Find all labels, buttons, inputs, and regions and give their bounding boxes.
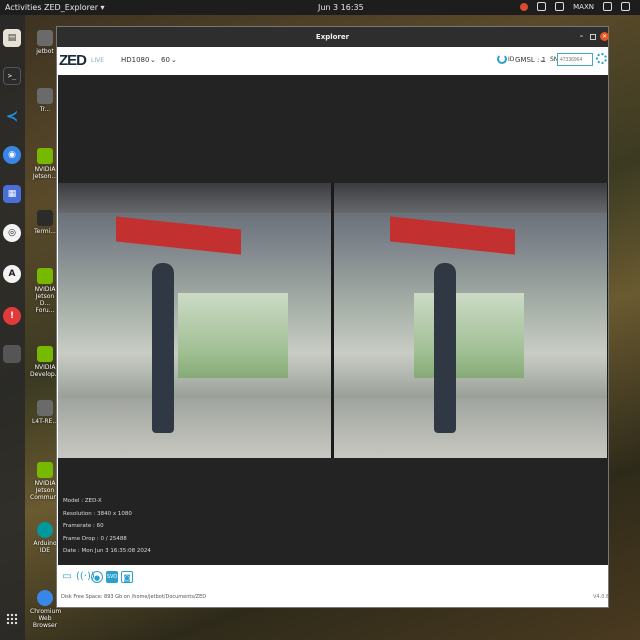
power-icon[interactable] — [621, 2, 630, 11]
refresh-icon[interactable] — [497, 54, 507, 64]
dock: ▤ >_ ≺ ◉ ▦ ◎ A ! — [0, 15, 25, 640]
desktop-item-label: Arduino IDE — [33, 540, 57, 554]
close-button[interactable]: ✕ — [600, 32, 609, 41]
files-app-icon[interactable]: ▤ — [3, 29, 21, 47]
record-icon[interactable]: ● — [91, 571, 103, 583]
right-camera-frame — [334, 183, 607, 458]
video-viewer[interactable]: Model : ZED-X Resolution : 3840 x 1080 F… — [58, 75, 608, 565]
window-titlebar[interactable]: Explorer – ✕ — [57, 27, 609, 47]
disk-space-text: Disk Free Space: 893 Gb on /home/jetbot/… — [61, 594, 207, 600]
power-mode-label[interactable]: MAXN — [573, 3, 594, 11]
power-mode-icon[interactable] — [555, 2, 565, 11]
camera-info-overlay: Model : ZED-X Resolution : 3840 x 1080 F… — [63, 495, 151, 558]
desktop-item-label: NVIDIA Jetson... — [32, 166, 58, 180]
live-label: LIVE — [91, 57, 105, 64]
nvidia-icon — [37, 346, 53, 362]
desktop-item-label: Termi... — [34, 228, 56, 235]
arduino-app-icon[interactable]: A — [3, 265, 21, 283]
gear-icon[interactable] — [596, 53, 607, 64]
home-folder-icon — [37, 30, 53, 46]
clock[interactable]: Jun 3 16:35 — [318, 3, 364, 12]
nvidia-icon — [37, 462, 53, 478]
chromium-icon — [37, 590, 53, 606]
explorer-window: Explorer – ✕ ZED LIVE HD1080 ⌄ 60 ⌄ ID G… — [56, 26, 609, 608]
arduino-icon — [37, 522, 53, 538]
chevron-down-icon[interactable]: ⌄ — [171, 56, 177, 64]
folder-icon[interactable]: ▭ — [61, 571, 73, 583]
zed-logo: ZED — [59, 52, 87, 69]
serial-number-input[interactable] — [557, 53, 593, 66]
desktop-item-label: jetbot — [36, 48, 54, 55]
trash-icon — [37, 88, 53, 104]
date-text: Date : Mon Jun 3 16:35:08 2024 — [63, 548, 151, 554]
volume-icon[interactable] — [603, 2, 612, 11]
document-icon — [37, 400, 53, 416]
app-menu[interactable]: ZED_Explorer ▾ — [44, 3, 105, 12]
desktop-item-label: L4T-RE... — [31, 418, 59, 425]
resolution-select[interactable]: HD1080 — [121, 56, 149, 64]
window-title: Explorer — [315, 33, 350, 41]
desktop-item-label: NVIDIA Jetson D... Foru... — [34, 286, 56, 314]
minimize-button[interactable]: – — [577, 32, 586, 41]
desktop-item-label: Tr... — [39, 106, 51, 113]
show-apps-icon[interactable] — [6, 613, 18, 625]
zed-explorer-app-icon[interactable] — [3, 345, 21, 363]
obs-app-icon[interactable]: ◎ — [3, 224, 21, 242]
desktop-item-label: Chromium Web Browser — [30, 608, 62, 629]
resolution-text: Resolution : 3840 x 1080 — [63, 510, 132, 517]
activities-button[interactable]: Activities — [5, 3, 42, 12]
nvidia-icon — [37, 148, 53, 164]
frame-drop-text: Frame Drop : 0 / 25488 — [63, 535, 127, 542]
system-tray[interactable]: MAXN — [520, 2, 630, 11]
terminal-app-icon[interactable]: >_ — [3, 67, 21, 85]
framerate-text: Framerate : 60 — [63, 523, 104, 529]
nvidia-icon — [37, 268, 53, 284]
chevron-down-icon[interactable]: ⌄ — [150, 56, 156, 64]
stream-icon[interactable]: ((·)) — [76, 571, 95, 583]
snapshot-icon[interactable]: ◙ — [121, 571, 133, 583]
nvidia-tray-icon[interactable] — [520, 2, 529, 11]
screen-app-icon[interactable]: ▦ — [3, 185, 21, 203]
left-camera-frame — [58, 183, 331, 458]
top-bar: Activities ZED_Explorer ▾ Jun 3 16:35 MA… — [0, 0, 640, 15]
terminal-icon — [37, 210, 53, 226]
version-text: V4.0.8 — [593, 594, 610, 600]
fps-select[interactable]: 60 — [161, 56, 170, 64]
bottom-bar: ▭ ((·)) ● SVO ◙ Disk Free Space: 893 Gb … — [57, 567, 610, 607]
model-text: Model : ZED-X — [63, 498, 102, 504]
update-app-icon[interactable]: ! — [3, 307, 21, 325]
maximize-button[interactable] — [590, 34, 596, 40]
network-icon[interactable] — [537, 2, 547, 11]
chromium-app-icon[interactable]: ◉ — [3, 146, 21, 164]
svo-icon[interactable]: SVO — [106, 571, 118, 583]
vscode-app-icon[interactable]: ≺ — [3, 107, 21, 125]
id-label: ID — [508, 56, 515, 63]
stereo-view — [58, 183, 608, 458]
chevron-down-icon[interactable]: ⌄ — [539, 56, 545, 64]
toolbar: ZED LIVE HD1080 ⌄ 60 ⌄ ID GMSL : 1 ⌄ SN — [57, 47, 608, 74]
